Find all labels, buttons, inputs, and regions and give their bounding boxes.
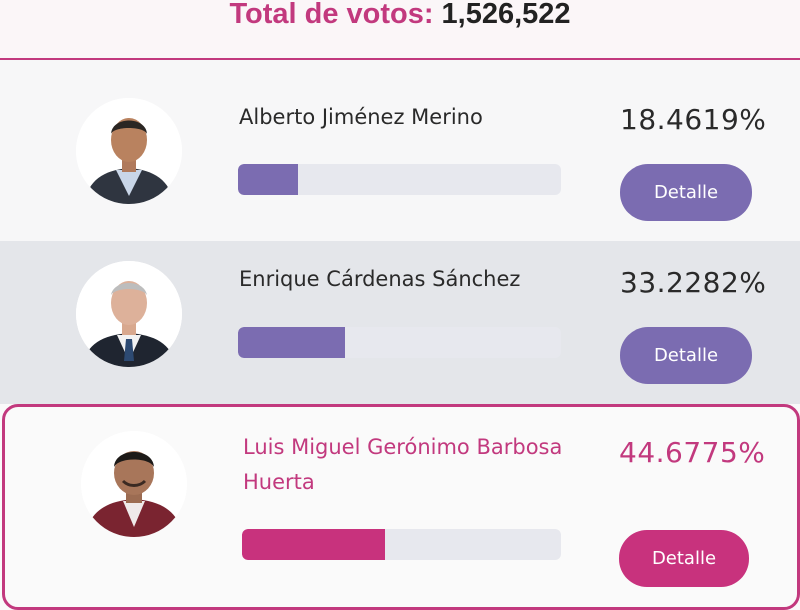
candidate-percentage: 44.6775% [619,436,766,469]
candidate-row-cardenas: Enrique Cárdenas Sánchez 33.2282% Detall… [0,241,800,404]
total-votes-value: 1,526,522 [441,0,571,30]
vote-progress-bar [238,327,561,358]
candidate-photo-avatar [76,98,182,204]
candidate-name: Alberto Jiménez Merino [239,105,483,129]
vote-progress-bar [238,164,561,195]
vote-progress-fill [242,529,385,560]
detail-button[interactable]: Detalle [619,530,749,587]
vote-progress-fill [238,327,346,358]
candidate-photo-avatar [81,431,187,537]
vote-progress-bar [242,529,561,560]
candidate-percentage: 18.4619% [620,103,767,136]
total-votes-label: Total de votos: [229,0,434,30]
results-header: Total de votos: 1,526,522 [0,0,800,60]
total-votes: Total de votos: 1,526,522 [0,0,800,31]
candidate-name-line1: Luis Miguel Gerónimo Barbosa [243,435,563,459]
candidate-photo-avatar [76,261,182,367]
candidate-name-line2: Huerta [243,470,315,494]
detail-button[interactable]: Detalle [620,164,752,221]
candidate-name: Enrique Cárdenas Sánchez [239,267,521,291]
candidate-percentage: 33.2282% [620,266,767,299]
candidate-row-jimenez: Alberto Jiménez Merino 18.4619% Detalle [0,60,800,241]
vote-progress-fill [238,164,298,195]
detail-button[interactable]: Detalle [620,327,752,384]
candidate-row-barbosa: Luis Miguel Gerónimo Barbosa Huerta 44.6… [2,404,800,610]
